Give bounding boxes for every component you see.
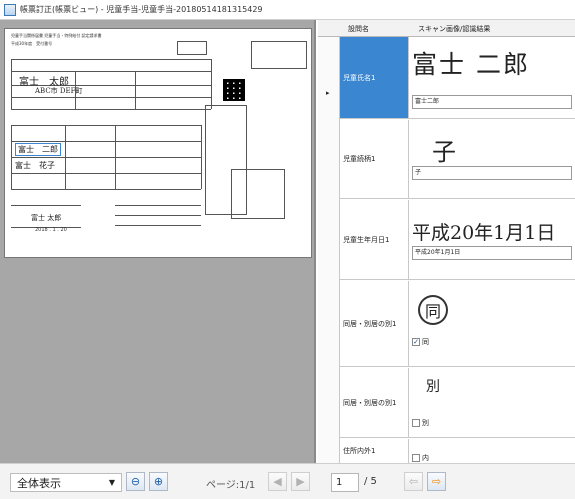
scan-cell: 同 ✓ 同	[412, 281, 575, 366]
field-name-cell[interactable]: 同居・別居の別1	[340, 281, 409, 366]
scan-image-handwriting: 平成20年1月1日	[412, 222, 556, 244]
previous-page-button[interactable]: ◀	[268, 472, 287, 491]
doc-address: ABC市 DEF町	[35, 87, 83, 95]
arrow-left-icon: ⇦	[408, 475, 419, 488]
doc-receipt-stamp	[251, 41, 307, 69]
grid-header: 設問名 スキャン画像/認識結果	[318, 20, 575, 37]
grid-row-child-relation[interactable]: 児童続柄1 子 子	[340, 120, 575, 199]
scan-cell: 内	[412, 439, 575, 463]
sheet-number-input[interactable]: 1	[331, 473, 359, 492]
doc-right-table	[231, 169, 285, 219]
recognized-text-field[interactable]: 子	[412, 166, 572, 180]
cohabitation-separate-checkbox[interactable]: 別	[412, 418, 429, 428]
scan-cell: 子 子	[412, 120, 575, 198]
view-mode-value: 全体表示	[17, 476, 61, 490]
grid-row-child-name[interactable]: 児童氏名1 富士 二郎 富士二郎	[340, 37, 575, 119]
zoom-in-icon: ⊕	[153, 475, 164, 488]
doc-signature-date: 2018 . 1 . 20	[35, 227, 67, 233]
qr-code-icon	[223, 79, 245, 101]
window-title: 帳票訂正(帳票ビュー) - 児童手当-児童手当-2018051418131542…	[20, 5, 263, 14]
chevron-down-icon[interactable]: ▼	[109, 478, 115, 487]
grid-row-child-birthdate[interactable]: 児童生年月日1 平成20年1月1日 平成20年1月1日	[340, 200, 575, 280]
field-name-cell[interactable]: 児童氏名1	[340, 37, 409, 118]
title-bar: 帳票訂正(帳票ビュー) - 児童手当-児童手当-2018051418131542…	[0, 0, 575, 20]
arrow-right-icon: ▶	[296, 475, 305, 488]
scan-cell: 別 別	[412, 368, 575, 437]
checkbox-unchecked-icon[interactable]	[412, 454, 420, 462]
scan-cell: 平成20年1月1日 平成20年1月1日	[412, 200, 575, 279]
current-row-arrow-icon: ▸	[326, 89, 330, 97]
arrow-left-icon: ◀	[273, 475, 282, 488]
field-name-cell[interactable]: 住所内外1	[340, 439, 409, 463]
checkbox-label: 別	[422, 419, 429, 427]
checkbox-label: 内	[422, 454, 429, 462]
scan-image-handwriting: 同	[418, 295, 449, 325]
scan-image-handwriting: 別	[426, 379, 440, 395]
checkbox-label: 同	[422, 338, 429, 346]
zoom-in-button[interactable]: ⊕	[149, 472, 168, 491]
bottom-toolbar: 全体表示 ▼ ⊖ ⊕ ページ:1/1 ◀ ▶ 1 / 5 ⇦ ⇨	[0, 463, 575, 499]
cohabitation-same-checkbox[interactable]: ✓ 同	[412, 337, 429, 347]
field-name-cell[interactable]: 同居・別居の別1	[340, 368, 409, 437]
column-header-field-name: 設問名	[348, 25, 369, 33]
zoom-out-button[interactable]: ⊖	[126, 472, 145, 491]
doc-stamp-box	[177, 41, 207, 55]
doc-office-line: 平成30年度 受付番号	[11, 41, 53, 46]
document-preview-pane[interactable]: 児童手当関係届書 児童手当・特例給付 認定請求書 平成30年度 受付番号 富士 …	[0, 20, 316, 463]
grid-row-cohabitation-separate[interactable]: 同居・別居の別1 別 別	[340, 368, 575, 438]
zoom-out-icon: ⊖	[130, 475, 141, 488]
field-name-cell[interactable]: 児童生年月日1	[340, 200, 409, 279]
sheet-total: / 5	[364, 476, 377, 487]
scan-image-handwriting: 富士 二郎	[412, 50, 530, 79]
app-icon	[4, 3, 16, 16]
field-name-cell[interactable]: 児童続柄1	[340, 120, 409, 198]
row-selector-column[interactable]: ▸	[318, 37, 340, 463]
doc-child-name-1[interactable]: 富士 二郎	[15, 143, 61, 156]
doc-header-line: 児童手当関係届書 児童手当・特例給付 認定請求書	[11, 33, 102, 38]
grid-row-cohabitation-same[interactable]: 同居・別居の別1 同 ✓ 同	[340, 281, 575, 367]
previous-sheet-button[interactable]: ⇦	[404, 472, 423, 491]
checkbox-checked-icon[interactable]: ✓	[412, 338, 420, 346]
recognized-text-field[interactable]: 富士二郎	[412, 95, 572, 109]
next-page-button[interactable]: ▶	[291, 472, 310, 491]
recognized-text-field[interactable]: 平成20年1月1日	[412, 246, 572, 260]
view-mode-select[interactable]: 全体表示 ▼	[10, 473, 122, 492]
arrow-right-icon: ⇨	[431, 475, 442, 488]
next-sheet-button[interactable]: ⇨	[427, 472, 446, 491]
address-inside-checkbox[interactable]: 内	[412, 453, 429, 463]
page-indicator: ページ:1/1	[206, 480, 256, 491]
field-grid[interactable]: 設問名 スキャン画像/認識結果 ▸ 児童氏名1 富士 二郎 富士二郎 児童続柄1…	[318, 20, 575, 463]
column-header-scan-result: スキャン画像/認識結果	[418, 25, 491, 33]
grid-row-address[interactable]: 住所内外1 内	[340, 439, 575, 463]
doc-signature: 富士 太郎	[31, 214, 62, 222]
scan-image-handwriting: 子	[432, 138, 456, 166]
checkbox-unchecked-icon[interactable]	[412, 419, 420, 427]
scan-cell: 富士 二郎 富士二郎	[412, 37, 575, 118]
doc-child-name-2: 富士 花子	[15, 161, 55, 170]
scanned-document-page[interactable]: 児童手当関係届書 児童手当・特例給付 認定請求書 平成30年度 受付番号 富士 …	[4, 28, 312, 258]
